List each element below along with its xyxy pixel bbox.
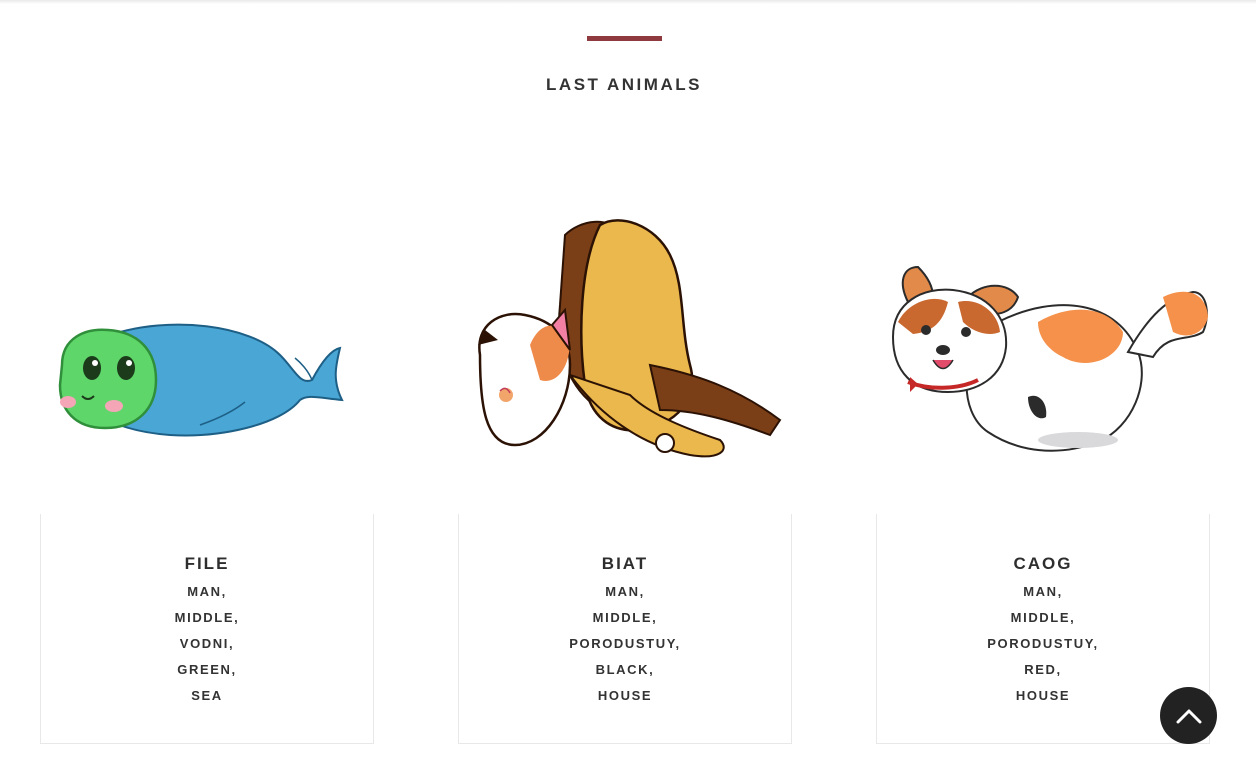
tag-item[interactable]: MIDDLE, [877, 610, 1209, 636]
chevron-up-icon [1176, 709, 1201, 723]
section-title: LAST ANIMALS [546, 75, 702, 94]
tag-item[interactable]: MAN, [41, 584, 373, 610]
tag-item[interactable]: PORODUSTUY, [459, 636, 791, 662]
animal-tags: MAN, MIDDLE, PORODUSTUY, BLACK, HOUSE [459, 584, 791, 714]
tag-item[interactable]: MAN, [877, 584, 1209, 610]
tag-item[interactable]: MAN, [459, 584, 791, 610]
section-accent-bar [587, 36, 662, 41]
tag-item[interactable]: SEA [41, 688, 373, 714]
animal-name[interactable]: FILE [41, 554, 373, 574]
animal-tags: MAN, MIDDLE, VODNI, GREEN, SEA [41, 584, 373, 714]
tag-item[interactable]: MIDDLE, [459, 610, 791, 636]
green-jelly-whale-illustration[interactable] [50, 310, 350, 445]
tag-item[interactable]: VODNI, [41, 636, 373, 662]
tag-item[interactable]: PORODUSTUY, [877, 636, 1209, 662]
animal-name[interactable]: CAOG [877, 554, 1209, 574]
tag-item[interactable]: GREEN, [41, 662, 373, 688]
tag-item[interactable]: HOUSE [459, 688, 791, 714]
animal-name[interactable]: BIAT [459, 554, 791, 574]
tag-item[interactable]: MIDDLE, [41, 610, 373, 636]
header-shadow [0, 0, 1256, 4]
back-to-top-button[interactable] [1160, 687, 1217, 744]
animal-card-file[interactable]: FILE MAN, MIDDLE, VODNI, GREEN, SEA [40, 514, 374, 744]
tag-item[interactable]: RED, [877, 662, 1209, 688]
animal-card-biat[interactable]: BIAT MAN, MIDDLE, PORODUSTUY, BLACK, HOU… [458, 514, 792, 744]
tag-item[interactable]: BLACK, [459, 662, 791, 688]
corgi-cat-illustration[interactable] [888, 262, 1210, 462]
cat-bird-flying-illustration[interactable] [470, 215, 785, 465]
tag-item[interactable]: HOUSE [877, 688, 1209, 714]
animal-tags: MAN, MIDDLE, PORODUSTUY, RED, HOUSE [877, 584, 1209, 714]
